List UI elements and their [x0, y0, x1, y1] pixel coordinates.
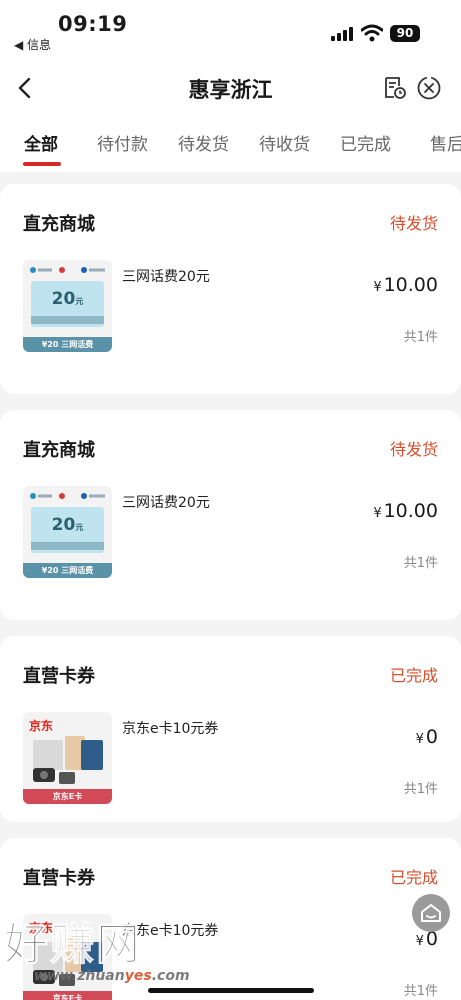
thumb-unit: 元 — [75, 297, 84, 306]
thumb-amount: 20 — [51, 515, 76, 535]
home-indicator[interactable] — [148, 988, 314, 993]
currency-symbol: ¥ — [373, 280, 382, 295]
watermark-url: www.zhuanyes.com — [34, 968, 190, 984]
item-count: 共1件 — [403, 782, 438, 797]
status-back-link[interactable]: ◀ 信息 — [14, 36, 51, 53]
item-price: ¥0 — [416, 726, 438, 748]
status-time: 09:19 — [58, 12, 128, 36]
price-value: 10.00 — [383, 274, 438, 296]
jd-logo: 京东 — [29, 719, 54, 733]
price-value: 0 — [425, 726, 438, 748]
signal-icon — [331, 27, 353, 41]
currency-symbol: ¥ — [373, 506, 382, 521]
item-price: ¥10.00 — [373, 274, 438, 296]
watermark-title: 好赚网 — [4, 919, 142, 971]
currency-symbol: ¥ — [415, 934, 424, 949]
recharge-panel: 20元 — [31, 507, 104, 553]
tab-after-sales[interactable]: 售后 — [430, 130, 461, 155]
order-card[interactable]: 直营卡券 已完成 京东 京东E卡 京东e卡10元券 ¥0 共1件 — [0, 636, 461, 822]
carrier-logos-icon — [30, 267, 105, 273]
tab-pending-shipment[interactable]: 待发货 — [178, 130, 229, 155]
item-count: 共1件 — [403, 556, 438, 571]
tab-all[interactable]: 全部 — [24, 130, 58, 155]
tab-completed[interactable]: 已完成 — [340, 130, 391, 155]
item-name[interactable]: 京东e卡10元券 — [122, 718, 218, 738]
order-status: 待发货 — [389, 214, 438, 233]
thumb-amount: 20 — [51, 289, 76, 309]
receipt-clock-icon[interactable] — [381, 75, 407, 101]
price-value: 10.00 — [383, 500, 438, 522]
battery-icon: 90 — [390, 25, 420, 42]
store-name: 直充商城 — [23, 214, 95, 235]
thumb-strip: 京东E卡 — [23, 789, 112, 804]
home-icon — [421, 904, 441, 922]
product-thumbnail[interactable]: 20元 ¥20 三网话费 — [23, 486, 112, 578]
status-bar: 09:19 ◀ 信息 90 — [0, 0, 461, 58]
thumb-strip: ¥20 三网话费 — [23, 563, 112, 578]
devices-icon — [33, 736, 103, 784]
active-tab-indicator — [23, 162, 61, 166]
currency-symbol: ¥ — [415, 732, 424, 747]
panel-note — [31, 316, 104, 324]
order-status: 已完成 — [389, 868, 438, 887]
item-price: ¥10.00 — [373, 500, 438, 522]
store-name: 直营卡券 — [23, 868, 95, 889]
item-count: 共1件 — [403, 984, 438, 999]
product-thumbnail[interactable]: 20元 ¥20 三网话费 — [23, 260, 112, 352]
thumb-unit: 元 — [75, 523, 84, 532]
product-thumbnail[interactable]: 京东 京东E卡 — [23, 712, 112, 804]
store-name: 直充商城 — [23, 440, 95, 461]
carrier-logos-icon — [30, 493, 105, 499]
order-card[interactable]: 直充商城 待发货 20元 ¥20 三网话费 三网话费20元 ¥10.00 共1件 — [0, 184, 461, 394]
home-float-button[interactable] — [412, 894, 450, 932]
tab-pending-payment[interactable]: 待付款 — [97, 130, 148, 155]
nav-bar: 惠享浙江 — [0, 58, 461, 120]
tab-pending-receipt[interactable]: 待收货 — [259, 130, 310, 155]
item-count: 共1件 — [403, 330, 438, 345]
recharge-panel: 20元 — [31, 281, 104, 327]
watermark: 好赚网 www.zhuanyes.com — [4, 908, 204, 1000]
thumb-strip: ¥20 三网话费 — [23, 337, 112, 352]
order-status: 已完成 — [389, 666, 438, 685]
order-status: 待发货 — [389, 440, 438, 459]
wifi-icon — [361, 24, 383, 42]
close-circle-icon[interactable] — [416, 75, 442, 101]
order-tabs: 全部 待付款 待发货 待收货 已完成 售后 — [0, 120, 461, 172]
order-card[interactable]: 直充商城 待发货 20元 ¥20 三网话费 三网话费20元 ¥10.00 共1件 — [0, 410, 461, 620]
item-name[interactable]: 三网话费20元 — [122, 266, 210, 286]
store-name: 直营卡券 — [23, 666, 95, 687]
item-name[interactable]: 三网话费20元 — [122, 492, 210, 512]
panel-note — [31, 542, 104, 550]
